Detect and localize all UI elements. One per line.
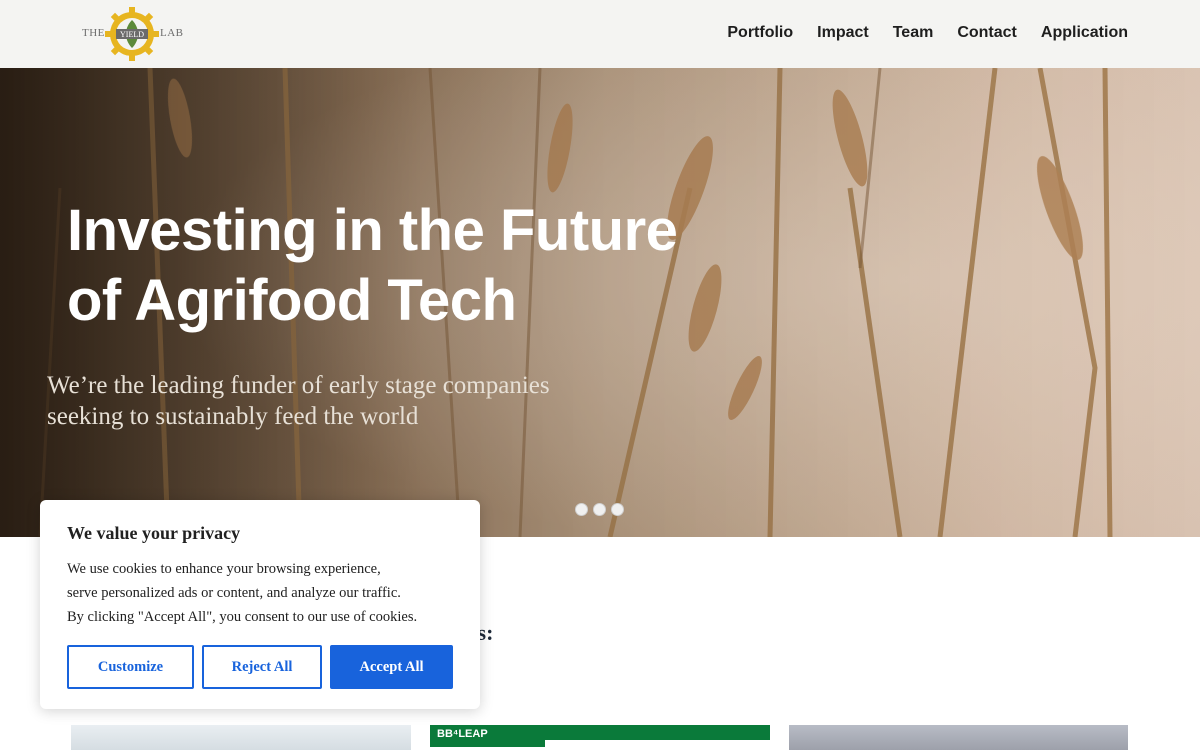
logo-word-lab: LAB [160, 27, 184, 39]
accept-all-button[interactable]: Accept All [330, 645, 453, 689]
nav-team[interactable]: Team [893, 22, 934, 44]
cookie-title: We value your privacy [67, 523, 241, 543]
slider-dots [575, 503, 624, 516]
nav-impact[interactable]: Impact [817, 22, 869, 44]
hero-subtitle: We’re the leading funder of early stage … [47, 370, 667, 432]
cookie-description: We use cookies to enhance your browsing … [67, 557, 457, 629]
logo-word-yield: YIELD [120, 30, 144, 39]
hero-title: Investing in the Future of Agrifood Tech [67, 196, 707, 336]
yield-lab-logo[interactable]: THE YIELD LAB [80, 6, 184, 62]
site-header: THE YIELD LAB Portfolio Impact Team Cont… [0, 0, 1200, 68]
slide-dot-2[interactable] [593, 503, 606, 516]
cookie-text-line2: serve personalized ads or content, and a… [67, 585, 401, 601]
slide-dot-1[interactable] [575, 503, 588, 516]
cookie-text-line3: By clicking "Accept All", you consent to… [67, 609, 418, 625]
hero-banner: Investing in the Future of Agrifood Tech… [0, 68, 1200, 537]
logo-word-the: THE [82, 27, 105, 39]
slide-dot-3[interactable] [611, 503, 624, 516]
card-2-panel [545, 740, 770, 750]
hero-subtitle-line2: seeking to sustainably feed the world [47, 403, 419, 430]
main-nav: Portfolio Impact Team Contact Applicatio… [727, 22, 1128, 44]
nav-portfolio[interactable]: Portfolio [727, 22, 793, 44]
gear-logo-icon: YIELD [105, 7, 159, 61]
hero-title-line1: Investing in the Future [67, 198, 678, 263]
nav-application[interactable]: Application [1041, 22, 1128, 44]
hero-subtitle-line1: We’re the leading funder of early stage … [47, 372, 550, 399]
portfolio-card-1[interactable] [71, 725, 411, 750]
customize-button[interactable]: Customize [67, 645, 194, 689]
portfolio-card-3[interactable] [789, 725, 1128, 750]
nav-contact[interactable]: Contact [957, 22, 1017, 44]
cookie-text-line1: We use cookies to enhance your browsing … [67, 561, 381, 577]
portfolio-card-2[interactable]: BB⁴LEAP [430, 725, 770, 750]
cookie-consent-banner: We value your privacy We use cookies to … [40, 500, 480, 709]
reject-all-button[interactable]: Reject All [202, 645, 322, 689]
card-2-logo-text: BB⁴LEAP [437, 728, 488, 740]
hero-title-line2: of Agrifood Tech [67, 268, 517, 333]
